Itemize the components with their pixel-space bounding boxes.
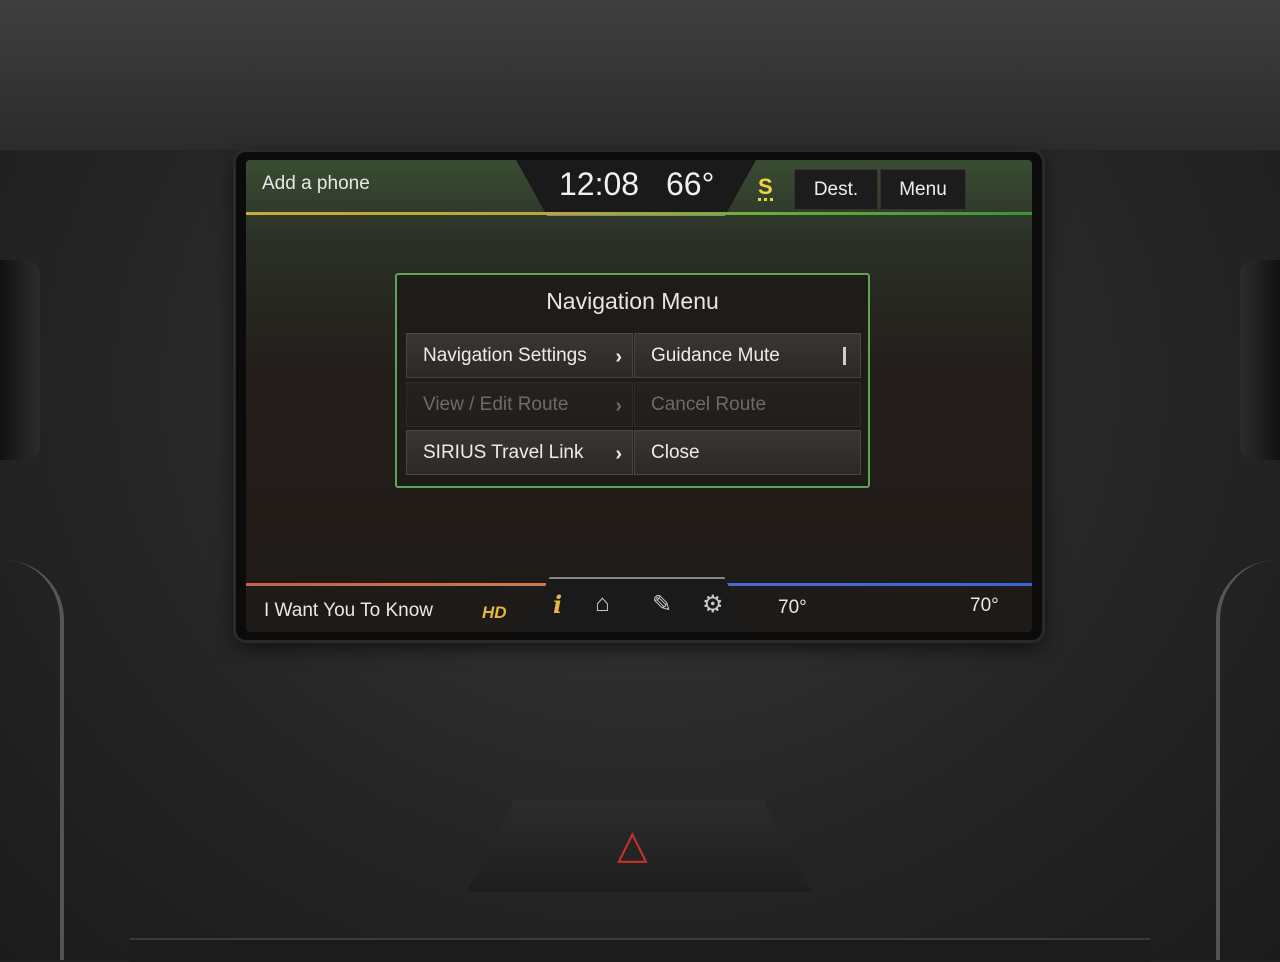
navigation-menu-title: Navigation Menu — [546, 288, 719, 314]
guidance-mute-toggle[interactable]: Guidance Mute — [634, 333, 861, 378]
right-air-vent — [1240, 260, 1280, 460]
chevron-right-icon: › — [615, 443, 622, 465]
menu-item-label: Navigation Settings — [423, 344, 587, 366]
infotainment-screen: Add a phone 12:08 66° S Dest. Menu Navig… — [246, 160, 1032, 632]
menu-item-label: SIRIUS Travel Link — [423, 441, 584, 463]
close-button[interactable]: Close — [634, 430, 861, 475]
bottom-accent-line-left — [246, 583, 546, 586]
bottom-accent-line-right — [724, 583, 1032, 586]
top-accent-line — [246, 212, 1032, 215]
sirius-travel-link-button[interactable]: SIRIUS Travel Link › — [406, 430, 633, 475]
sirius-icon: S — [758, 174, 773, 201]
now-playing-title[interactable]: I Want You To Know — [264, 600, 433, 622]
settings-gear-icon[interactable]: ⚙ — [702, 590, 724, 619]
clock: 12:08 — [559, 166, 640, 202]
add-phone-link[interactable]: Add a phone — [262, 173, 370, 195]
info-icon[interactable]: i — [553, 590, 562, 619]
menu-item-label: Close — [651, 441, 700, 463]
menu-item-label: Cancel Route — [651, 393, 767, 415]
chevron-right-icon: › — [615, 346, 622, 368]
chevron-right-icon: › — [615, 395, 622, 417]
menu-button[interactable]: Menu — [880, 169, 966, 210]
driver-temperature[interactable]: 70° — [778, 597, 807, 619]
right-trim — [1216, 560, 1280, 960]
destination-button[interactable]: Dest. — [794, 169, 878, 210]
hazard-warning-icon[interactable]: △ — [617, 822, 648, 868]
outside-temperature: 66° — [666, 166, 715, 202]
dashboard-top — [0, 0, 1280, 150]
dashboard-bottom-panel — [130, 938, 1150, 962]
navigation-settings-button[interactable]: Navigation Settings › — [406, 333, 633, 378]
navigation-icon[interactable]: ✎ — [652, 590, 672, 619]
home-icon[interactable]: ⌂ — [595, 590, 610, 618]
hd-radio-icon: HD — [482, 603, 507, 622]
cancel-route-button: Cancel Route — [634, 382, 861, 427]
toggle-indicator-icon — [843, 347, 846, 365]
left-air-vent — [0, 260, 40, 460]
menu-item-label: Guidance Mute — [651, 344, 780, 366]
view-edit-route-button: View / Edit Route › — [406, 382, 633, 427]
navigation-menu-dialog: Navigation Menu Navigation Settings › Gu… — [395, 273, 870, 488]
menu-item-label: View / Edit Route — [423, 393, 569, 415]
left-trim — [0, 560, 64, 960]
top-status-bar: Add a phone 12:08 66° S Dest. Menu — [246, 160, 1032, 216]
passenger-temperature[interactable]: 70° — [970, 595, 999, 617]
